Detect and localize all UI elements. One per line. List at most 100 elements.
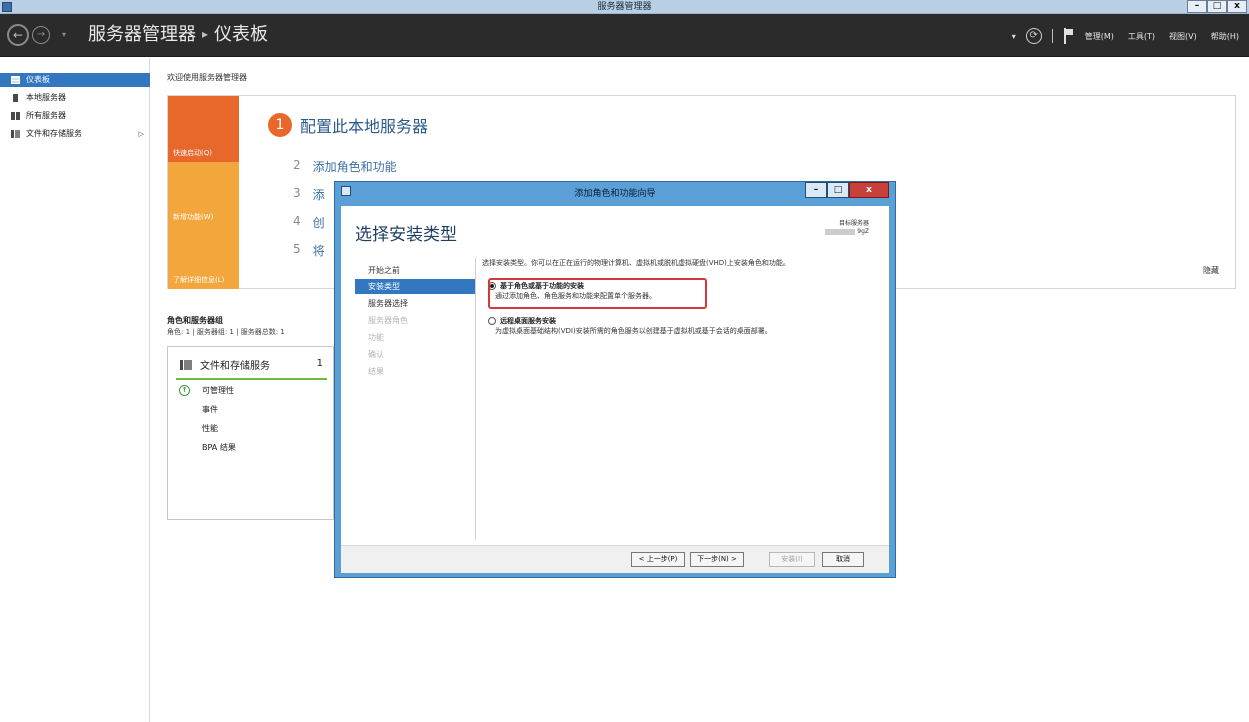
next-button[interactable]: 下一步(N) >	[690, 552, 744, 567]
maximize-button[interactable]: □	[1207, 0, 1227, 13]
add-roles-wizard-dialog: 添加角色和功能向导 – □ x 选择安装类型 目标服务器 9gZ 开始之前 安装…	[334, 181, 896, 578]
role-card-title: 文件和存储服务	[200, 361, 270, 372]
sidebar-item-file-storage[interactable]: 文件和存储服务 ▷	[0, 127, 150, 141]
role-card-header: 文件和存储服务	[180, 357, 270, 372]
breadcrumb-page: 仪表板	[214, 24, 269, 45]
close-button[interactable]: x	[1227, 0, 1247, 13]
wizard-maximize-button[interactable]: □	[827, 182, 849, 198]
hide-link[interactable]: 隐藏	[1203, 265, 1219, 276]
minimize-button[interactable]: –	[1187, 0, 1207, 13]
previous-button[interactable]: < 上一步(P)	[631, 552, 685, 567]
wizard-close-button[interactable]: x	[849, 182, 889, 198]
tile-quick-start[interactable]: 快速启动(Q)	[168, 96, 239, 162]
refresh-dropdown-icon[interactable]: ▾	[1012, 32, 1016, 41]
sidebar-item-label: 仪表板	[26, 75, 50, 84]
step-3[interactable]: 3 添	[293, 186, 325, 203]
installation-type-description: 选择安装类型。你可以在正在运行的物理计算机、虚拟机或脱机虚拟硬盘(VHD)上安装…	[482, 259, 790, 267]
tile-label: 了解详细信息(L)	[173, 276, 225, 284]
install-button: 安装(I)	[769, 552, 815, 567]
step-label: 创	[312, 216, 325, 230]
breadcrumb: 服务器管理器 ▸ 仪表板	[88, 23, 268, 48]
back-arrow-icon[interactable]: ←	[7, 24, 29, 46]
role-card-count: 1	[316, 358, 323, 369]
history-dropdown-icon[interactable]: ▾	[62, 30, 66, 39]
option-description: 为虚拟桌面基础结构(VDI)安装所需的角色服务以创建基于虚拟机或基于会话的桌面部…	[495, 327, 772, 335]
sidebar-item-label: 所有服务器	[26, 111, 66, 120]
target-server-label: 目标服务器	[838, 220, 869, 227]
roles-summary: 角色: 1 | 服务器组: 1 | 服务器总数: 1	[167, 328, 285, 336]
sidebar-item-all-servers[interactable]: 所有服务器	[0, 109, 150, 123]
dashboard-icon	[11, 76, 20, 84]
wizard-step-confirmation: 确认	[368, 350, 384, 359]
step-label: 添	[312, 188, 325, 202]
menu-help[interactable]: 帮助(H)	[1209, 31, 1241, 42]
role-card-status-line	[176, 378, 327, 380]
window-controls: – □ x	[1187, 0, 1247, 14]
forward-arrow-icon[interactable]: →	[32, 26, 50, 44]
redacted-block	[825, 228, 856, 235]
wizard-body: 选择安装类型 目标服务器 9gZ 开始之前 安装类型 服务器选择 服务器角色 功…	[341, 206, 889, 573]
wizard-step-features: 功能	[368, 333, 384, 342]
wizard-step-server-selection[interactable]: 服务器选择	[355, 296, 475, 311]
wizard-divider	[475, 258, 476, 540]
toolbar-divider	[1051, 29, 1053, 43]
step-number: 5	[293, 242, 301, 256]
menu-tools[interactable]: 工具(T)	[1126, 31, 1157, 42]
step-label: 配置此本地服务器	[300, 117, 429, 136]
tile-label: 快速启动(Q)	[173, 149, 212, 157]
cancel-button[interactable]: 取消	[822, 552, 864, 567]
status-ok-icon: ↑	[179, 385, 190, 396]
role-row-performance[interactable]: 性能	[202, 423, 218, 434]
storage-icon	[11, 130, 20, 138]
wizard-titlebar: 添加角色和功能向导 – □ x	[335, 182, 895, 202]
step-label: 添加角色和功能	[312, 160, 397, 174]
radio-remote-desktop[interactable]	[488, 317, 496, 325]
servers-icon	[11, 112, 20, 120]
step-number: 3	[293, 186, 301, 200]
roles-section-title: 角色和服务器组	[167, 316, 223, 325]
sidebar-item-dashboard[interactable]: 仪表板	[0, 73, 150, 87]
wizard-footer: < 上一步(P) 下一步(N) > 安装(I) 取消	[341, 545, 889, 573]
storage-icon	[180, 359, 192, 370]
expand-arrow-icon[interactable]: ▷	[139, 127, 144, 141]
step-configure-local-server[interactable]: 1 配置此本地服务器	[268, 113, 428, 137]
role-row-events[interactable]: 事件	[202, 404, 218, 415]
step-number: 4	[293, 214, 301, 228]
menu-view[interactable]: 视图(V)	[1167, 31, 1199, 42]
sidebar-item-local-server[interactable]: 本地服务器	[0, 91, 150, 105]
wizard-step-server-roles: 服务器角色	[368, 316, 408, 325]
sidebar-item-label: 文件和存储服务	[26, 129, 82, 138]
app-header: ← → ▾ 服务器管理器 ▸ 仪表板 ▾ ⟳ 管理(M) 工具(T) 视图(V) 帮…	[0, 14, 1249, 57]
step-add-roles[interactable]: 2 添加角色和功能	[293, 158, 397, 175]
option-label: 远程桌面服务安装	[500, 317, 556, 325]
sidebar-item-label: 本地服务器	[26, 93, 66, 102]
step-number: 2	[293, 158, 301, 172]
tile-whats-new[interactable]: 新增功能(W)	[168, 162, 239, 226]
role-row-bpa[interactable]: BPA 结果	[202, 442, 236, 453]
breadcrumb-app: 服务器管理器	[88, 24, 196, 45]
welcome-title: 欢迎使用服务器管理器	[167, 73, 247, 82]
role-row-manageability[interactable]: 可管理性	[202, 385, 234, 396]
wizard-step-installation-type[interactable]: 安装类型	[355, 279, 475, 294]
server-icon	[13, 94, 18, 102]
role-card-file-storage[interactable]: 文件和存储服务 1 ↑ 可管理性 事件 性能 BPA 结果	[167, 346, 334, 520]
window-title: 服务器管理器	[597, 2, 652, 12]
refresh-icon[interactable]: ⟳	[1025, 28, 1042, 44]
wizard-step-before-you-begin[interactable]: 开始之前	[355, 263, 475, 278]
wizard-minimize-button[interactable]: –	[805, 182, 827, 198]
wizard-window-controls: – □ x	[805, 182, 889, 198]
header-toolbar: ▾ ⟳ 管理(M) 工具(T) 视图(V) 帮助(H)	[1012, 27, 1241, 45]
menu-manage[interactable]: 管理(M)	[1083, 31, 1116, 42]
wizard-content: 选择安装类型。你可以在正在运行的物理计算机、虚拟机或脱机虚拟硬盘(VHD)上安装…	[482, 258, 882, 335]
tile-learn-more[interactable]: 了解详细信息(L)	[168, 226, 239, 289]
step-number-badge: 1	[268, 113, 292, 137]
highlight-box	[488, 278, 707, 309]
notifications-flag-icon[interactable]	[1063, 28, 1073, 44]
sidebar: 仪表板 本地服务器 所有服务器 文件和存储服务 ▷	[0, 58, 150, 722]
wizard-step-results: 结果	[368, 367, 384, 376]
step-5[interactable]: 5 将	[293, 242, 325, 259]
tile-label: 新增功能(W)	[173, 213, 214, 221]
wizard-heading: 选择安装类型	[355, 225, 457, 245]
step-4[interactable]: 4 创	[293, 214, 325, 231]
target-server-value-row: 9gZ	[825, 228, 869, 236]
